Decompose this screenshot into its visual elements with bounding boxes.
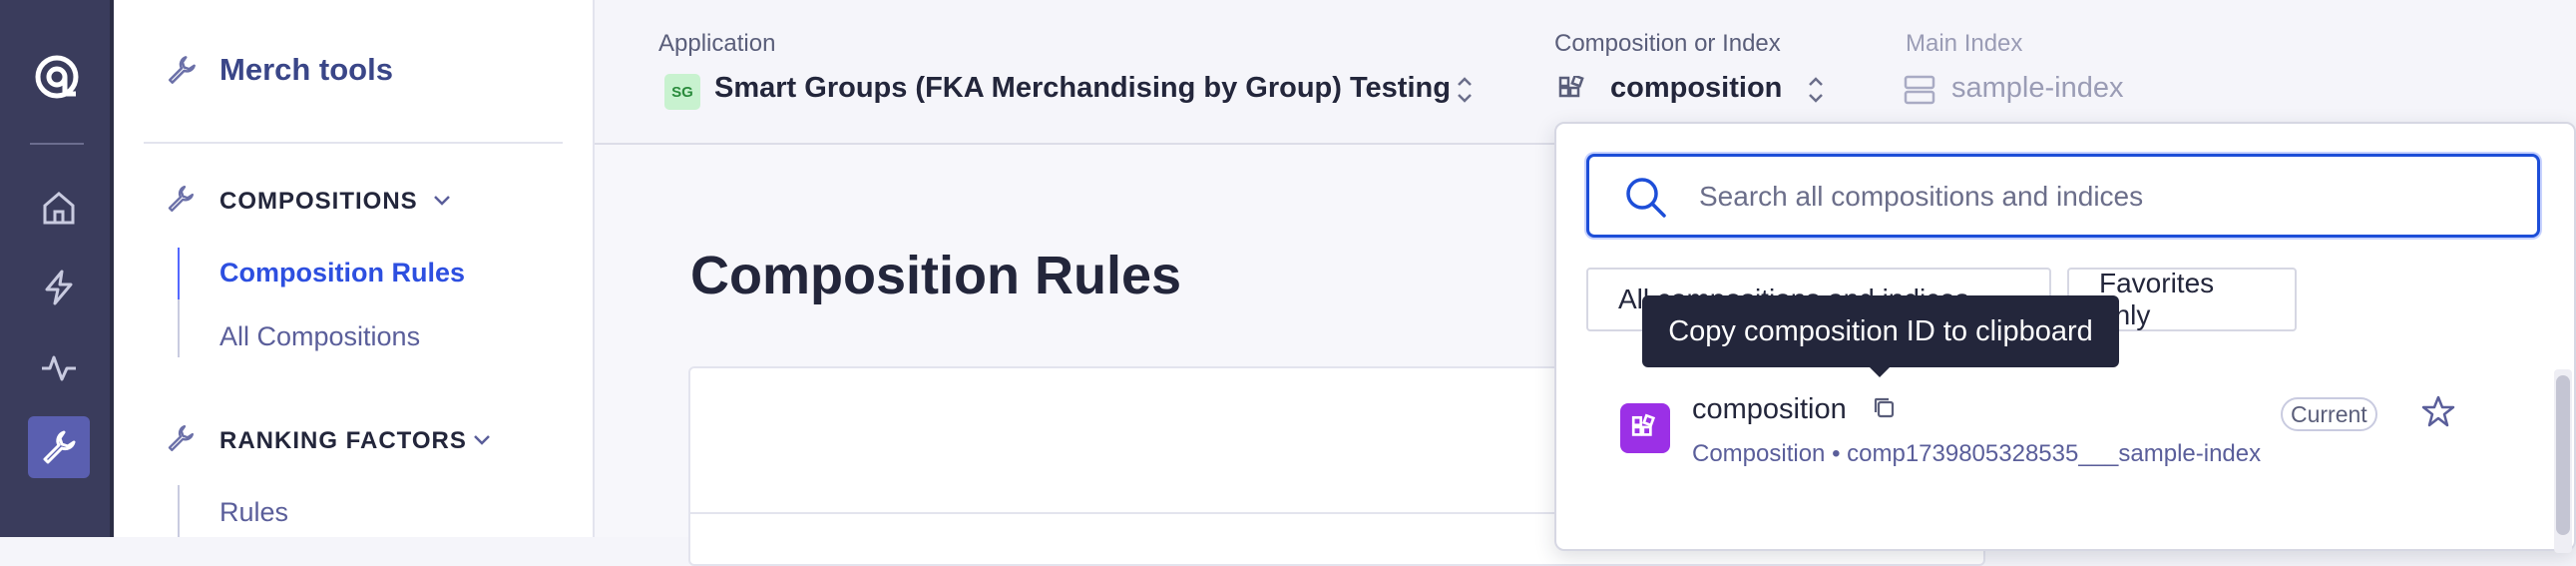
- scrollbar-thumb[interactable]: [2556, 375, 2570, 535]
- wrench-icon: [166, 54, 198, 91]
- home-icon[interactable]: [28, 177, 90, 239]
- wrench-icon: [166, 423, 196, 458]
- activity-icon[interactable]: [28, 336, 90, 398]
- chevron-updown-icon[interactable]: [1455, 72, 1475, 113]
- sidebar-item-rules[interactable]: Rules: [219, 497, 288, 528]
- search-box[interactable]: [1586, 154, 2540, 238]
- chevron-updown-icon[interactable]: [1806, 72, 1826, 113]
- algolia-logo-icon[interactable]: [30, 50, 84, 104]
- rail-divider: [30, 143, 84, 145]
- star-icon[interactable]: [2420, 393, 2456, 434]
- main-index-label: Main Index: [1906, 30, 2023, 57]
- composition-icon: [1558, 74, 1586, 109]
- chevron-down-icon[interactable]: [431, 190, 453, 217]
- sidebar-item-all-compositions[interactable]: All Compositions: [219, 321, 420, 352]
- composition-item-name[interactable]: composition: [1692, 393, 1847, 426]
- application-selector[interactable]: Smart Groups (FKA Merchandising by Group…: [714, 72, 1451, 105]
- composition-item-meta: Composition • comp1739805328535___sample…: [1692, 440, 2262, 467]
- wrench-icon[interactable]: [28, 416, 90, 478]
- app-rail: [0, 0, 114, 537]
- page-title: Composition Rules: [690, 246, 1182, 305]
- nav-line: [178, 299, 180, 357]
- sidebar-title: Merch tools: [219, 52, 393, 87]
- index-icon: [1904, 74, 1935, 111]
- main-index-value: sample-index: [1951, 72, 2124, 104]
- composition-selector[interactable]: composition: [1610, 72, 1782, 105]
- search-icon: [1623, 175, 1669, 226]
- section-compositions[interactable]: COMPOSITIONS: [219, 188, 418, 216]
- composition-icon: [1620, 403, 1670, 453]
- application-badge: SG: [664, 74, 700, 110]
- copy-tooltip: Copy composition ID to clipboard: [1642, 295, 2119, 377]
- sidebar: Merch tools COMPOSITIONS Composition Rul…: [114, 0, 595, 537]
- copy-icon[interactable]: [1872, 395, 1898, 426]
- search-input[interactable]: [1699, 177, 2497, 217]
- composition-label: Composition or Index: [1554, 30, 1781, 57]
- section-ranking-factors[interactable]: RANKING FACTORS: [219, 427, 467, 455]
- chevron-down-icon[interactable]: [471, 429, 493, 456]
- sidebar-item-composition-rules[interactable]: Composition Rules: [219, 258, 465, 288]
- current-badge: Current: [2281, 397, 2377, 431]
- scrollbar[interactable]: [2554, 369, 2572, 553]
- wrench-icon: [166, 184, 196, 219]
- sidebar-divider: [144, 142, 563, 144]
- lightning-icon[interactable]: [28, 257, 90, 318]
- application-label: Application: [658, 30, 776, 57]
- nav-line: [178, 485, 180, 537]
- nav-active-indicator: [178, 248, 180, 299]
